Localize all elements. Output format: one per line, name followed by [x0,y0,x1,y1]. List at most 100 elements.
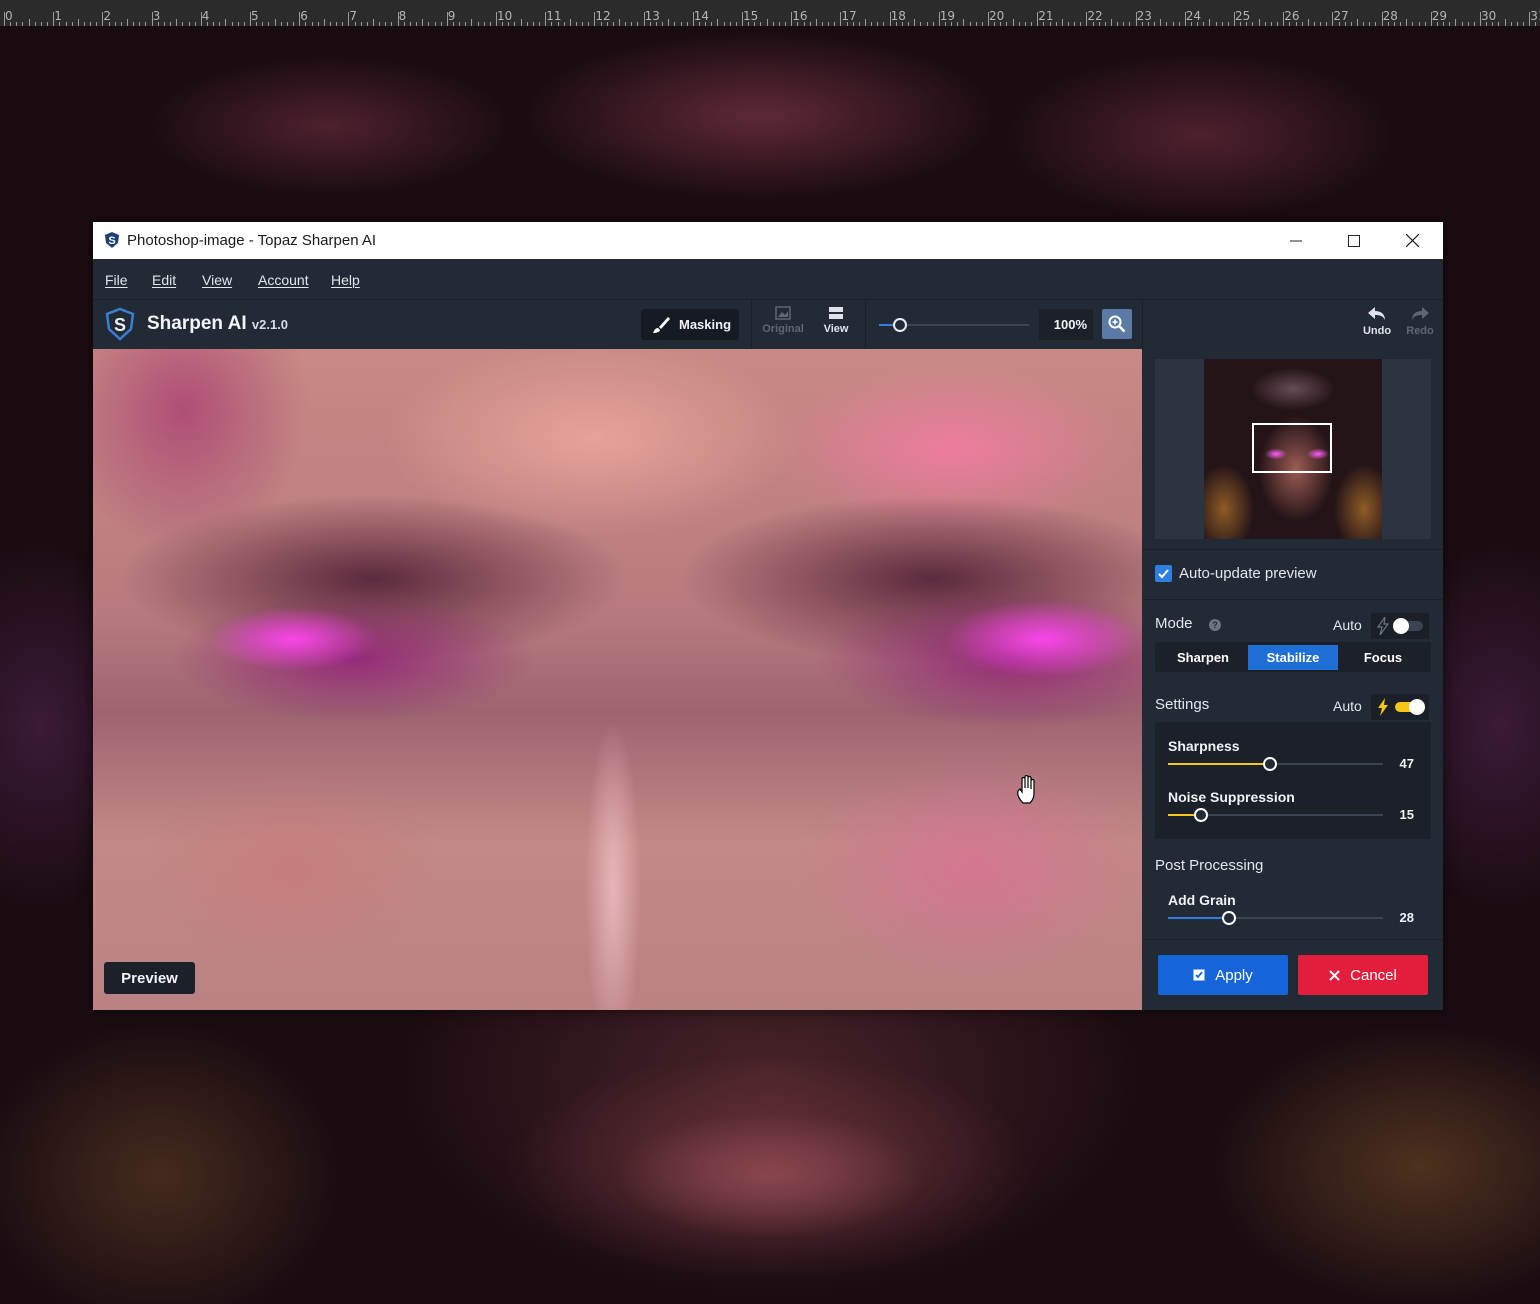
ruler-tick [59,22,61,26]
view-layout-icon [829,307,843,319]
app-name-text: Sharpen AI [147,313,247,334]
preview-button[interactable]: Preview [104,962,195,994]
zoom-slider-knob[interactable] [892,318,907,332]
ruler-tick [1141,22,1143,26]
ruler-tick [680,22,682,26]
noise-suppression-slider-knob[interactable] [1194,808,1209,822]
mode-sharpen-button[interactable]: Sharpen [1158,645,1248,670]
toolbar: S Sharpen AI v2.1.0 Masking Original Vie… [93,300,1443,350]
ruler-tick [717,19,719,26]
sharpness-slider[interactable] [1168,757,1383,771]
auto-update-label: Auto-update preview [1179,565,1317,582]
ruler-number: 14 [693,9,710,23]
ruler-tick [729,22,731,26]
zoom-slider[interactable] [879,318,1029,332]
ruler-tick [545,12,547,26]
mode-auto-track [1393,618,1423,634]
undo-button[interactable]: Undo [1357,306,1397,344]
ruler-number: 31 [1530,9,1540,23]
mode-focus-button[interactable]: Focus [1338,645,1428,670]
ruler-tick [397,12,399,26]
sharpen-ai-window: S Photoshop-image - Topaz Sharpen AI Fil… [93,222,1443,1010]
ruler-number: 29 [1431,9,1448,23]
ruler-tick [748,22,750,26]
ruler-tick [1350,22,1352,26]
ruler-tick [170,22,172,26]
menu-file[interactable]: File [105,272,128,288]
ruler-number: 26 [1284,9,1300,23]
auto-update-checkbox[interactable] [1155,565,1172,582]
ruler-number: 19 [939,9,956,23]
ruler-tick [643,12,645,26]
image-icon [775,306,791,320]
ruler-tick [1375,22,1377,26]
add-grain-slider-knob[interactable] [1222,911,1237,925]
ruler-tick [1344,22,1346,26]
ruler-tick [668,19,670,26]
navigator-viewport-rect[interactable] [1252,423,1332,473]
ruler-tick [852,22,854,26]
navigator-thumbnail[interactable] [1155,359,1431,539]
close-button[interactable] [1383,222,1441,259]
view-button[interactable]: View [812,306,860,344]
ruler-tick [926,22,928,26]
ruler-tick [1092,22,1094,26]
ruler-tick [803,22,805,26]
ruler-number: 0 [5,9,13,23]
ruler-tick [274,19,276,26]
ruler-tick [145,22,147,26]
apply-button[interactable]: Apply [1158,955,1288,995]
noise-suppression-slider[interactable] [1168,808,1383,822]
ruler-tick [1055,22,1057,26]
menu-account[interactable]: Account [258,272,309,288]
original-button[interactable]: Original [759,306,807,344]
toolbar-separator [1142,300,1143,349]
ruler-tick [200,12,202,26]
ruler-tick [342,22,344,26]
close-icon [1405,234,1419,247]
sharpness-slider-knob[interactable] [1263,757,1278,771]
mode-stabilize-button[interactable]: Stabilize [1248,645,1338,670]
settings-auto-toggle[interactable] [1371,694,1429,720]
maximize-button[interactable] [1325,222,1383,259]
ruler-tick [151,12,153,26]
zoom-button[interactable] [1102,309,1132,339]
panel-divider [1143,599,1443,600]
ruler-tick [631,22,633,26]
sharpness-slider-fill [1168,763,1270,765]
minimize-button[interactable] [1267,222,1325,259]
ruler-tick [1215,22,1217,26]
ruler-tick [1209,19,1211,26]
menu-edit[interactable]: Edit [152,272,176,288]
masking-button[interactable]: Masking [641,309,739,340]
ruler-tick [286,22,288,26]
ruler-tick [858,22,860,26]
preview-canvas[interactable]: Preview [93,349,1142,1010]
ruler-number: 30 [1481,9,1497,23]
ruler-tick [908,22,910,26]
ruler-tick [477,22,479,26]
menu-view[interactable]: View [202,272,232,288]
mode-auto-toggle[interactable] [1371,613,1429,639]
help-icon[interactable]: ? [1209,619,1221,631]
redo-button[interactable]: Redo [1400,306,1440,344]
add-grain-label: Add Grain [1168,892,1236,908]
ruler-tick [1258,19,1260,26]
cancel-label: Cancel [1350,966,1397,984]
ruler-tick [828,22,830,26]
ruler-tick [1504,19,1506,26]
apply-check-icon [1193,969,1205,981]
ruler-tick [1147,22,1149,26]
ruler-tick [1080,22,1082,26]
add-grain-slider[interactable] [1168,911,1383,925]
zoom-value-field[interactable]: 100% [1039,309,1093,340]
cancel-x-icon [1329,969,1340,981]
ruler-tick [551,22,553,26]
cancel-button[interactable]: Cancel [1298,955,1428,995]
ruler-tick [373,19,374,26]
ruler-tick [575,22,577,26]
sharpness-label: Sharpness [1168,738,1240,754]
menu-help[interactable]: Help [331,272,360,288]
ruler-tick [422,19,424,26]
ruler-tick [1234,12,1235,26]
